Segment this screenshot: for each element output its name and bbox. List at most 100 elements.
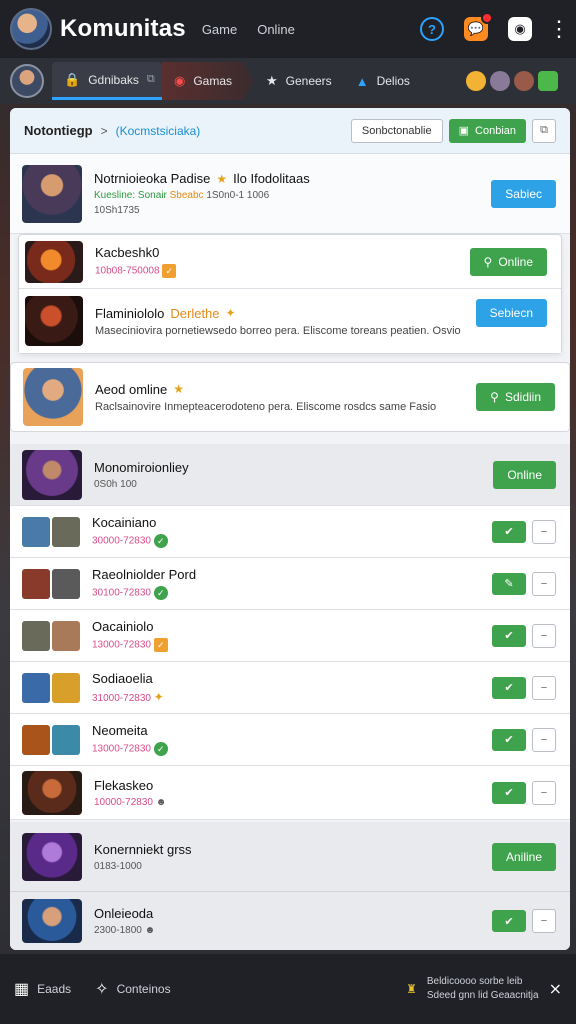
- join-button[interactable]: ⚲ Sdidiin: [476, 383, 555, 411]
- edit-button[interactable]: ✎: [492, 572, 526, 595]
- check-icon: ✓: [153, 586, 168, 600]
- list-item[interactable]: Raeolniolder Pord 30100-72830 ✓ ✎ −: [10, 558, 570, 610]
- crossed-icon[interactable]: ⨯: [549, 979, 562, 999]
- online-status-button[interactable]: Aniline: [491, 842, 556, 871]
- list-item[interactable]: Flekaskeo 10000-72830 ☻ ✔ −: [10, 766, 570, 820]
- avatar-pair: [22, 568, 80, 599]
- tab-delios[interactable]: ▲ Delios: [344, 62, 422, 100]
- list-item-meta: 2300-1800 ☻: [94, 925, 155, 936]
- menu-button[interactable]: −: [532, 675, 556, 700]
- bottom-item-eaads[interactable]: ▦ Eaads: [14, 979, 71, 999]
- status-row-actions: Online: [493, 460, 556, 489]
- status-row-info: Monomiroionliey 0S0h 100: [94, 460, 189, 490]
- list-item-name-highlight: Derlethe: [170, 305, 220, 321]
- star-icon: ★: [266, 73, 278, 88]
- user-icon: ⚲: [483, 254, 493, 269]
- notification-icon[interactable]: 💬: [464, 12, 493, 41]
- list-item[interactable]: Oacainiolo 13000-72830 ✓ ✔ −: [10, 610, 570, 662]
- tab-close-icon[interactable]: ⧉: [147, 73, 155, 86]
- list-item-actions: ✔ −: [492, 780, 556, 805]
- online-row-info: Aeod omline ★ Raclsainovire Inmepteacerod…: [95, 382, 436, 413]
- select-button[interactable]: Sebiecn: [475, 299, 547, 327]
- avatar-pair: [22, 672, 80, 703]
- nav-link-online[interactable]: Online: [257, 22, 295, 37]
- tab-gamas[interactable]: ◉ Gamas: [162, 62, 254, 100]
- list-item[interactable]: Kacbeshk0 10b08-750008 ✓ ⚲ Online: [19, 235, 561, 289]
- accept-button[interactable]: ✔: [492, 676, 526, 699]
- notification-badge: [481, 12, 493, 24]
- list-item[interactable]: Neomeita 13000-72830 ✓ ✔ −: [10, 714, 570, 766]
- online-status-button[interactable]: Online: [493, 460, 556, 489]
- breadcrumb[interactable]: Notontiegp: [24, 123, 93, 138]
- list-item-info: Oacainiolo 13000-72830 ✓: [92, 619, 168, 652]
- avatar: [22, 899, 82, 943]
- list-item[interactable]: Onleieoda 2300-1800 ☻ ✔ −: [10, 892, 570, 950]
- user-avatar[interactable]: [10, 64, 44, 98]
- menu-button[interactable]: −: [532, 519, 556, 544]
- check-icon: ✓: [153, 534, 168, 548]
- bottom-item-conteinos[interactable]: ✧ Conteinos: [95, 979, 170, 999]
- accept-button[interactable]: ✔: [492, 910, 526, 932]
- accept-button[interactable]: ✔: [492, 728, 526, 751]
- tab-gdnibaks[interactable]: 🔒 Gdnibaks ⧉: [52, 62, 162, 100]
- nav-link-game[interactable]: Game: [202, 22, 237, 37]
- connect-button[interactable]: ▣ Conbian: [448, 118, 526, 143]
- tab-geneers[interactable]: ★ Geneers: [254, 62, 344, 100]
- status-row-meta: 0S0h 100: [94, 478, 137, 490]
- menu-button[interactable]: −: [532, 780, 556, 805]
- list-item-name: Kacbeshk0: [95, 245, 160, 260]
- list-item-info: Onleieoda 2300-1800 ☻: [94, 906, 155, 936]
- tab-label: Gamas: [193, 74, 233, 88]
- list-item-meta-text: 30100-72830: [92, 587, 151, 599]
- filter-button[interactable]: Sonbctonablie: [350, 118, 443, 143]
- menu-button[interactable]: −: [532, 571, 556, 596]
- status-row-name: Monomiroionliey: [94, 459, 189, 475]
- more-menu-icon[interactable]: ⋮: [548, 16, 570, 41]
- select-button[interactable]: Sabiec: [491, 179, 556, 208]
- emoji-icon: ☻: [155, 796, 167, 808]
- help-icon[interactable]: ?: [420, 17, 444, 41]
- header-buttons: Sonbctonablie ▣ Conbian ⧉: [350, 118, 556, 143]
- list-item-meta: 10b08-750008 ✓: [95, 264, 177, 278]
- menu-button[interactable]: −: [532, 909, 556, 933]
- star-icon: ★: [173, 382, 185, 396]
- accept-button[interactable]: ✔: [492, 781, 526, 804]
- list-item-info: Kacbeshk0 10b08-750008 ✓: [95, 245, 177, 278]
- emoji-face-icon[interactable]: [514, 71, 534, 91]
- list-item-meta: 13000-72830 ✓: [92, 638, 168, 652]
- accept-button[interactable]: ✔: [492, 624, 526, 647]
- top-icons: ? 💬 ◉ ⋮: [420, 12, 570, 41]
- list-item-meta: 13000-72830 ✓: [92, 742, 168, 756]
- online-row[interactable]: Aeod omline ★ Raclsainovire Inmepteacerod…: [10, 362, 570, 432]
- featured-name-text: Notrnioieoka Padise: [94, 171, 211, 186]
- featured-row[interactable]: Notrnioieoka Padise ★ Ilo Ifodolitaas Ku…: [10, 154, 570, 234]
- list-item-info: Neomeita 13000-72830 ✓: [92, 723, 168, 756]
- list-item-actions: Sebiecn: [475, 299, 547, 327]
- avatar: [22, 516, 50, 547]
- list-item[interactable]: Konernniekt grss 0183-1000 Aniline: [10, 822, 570, 892]
- accept-button[interactable]: ✔: [492, 520, 526, 543]
- list-item[interactable]: Kocainiano 30000-72830 ✓ ✔ −: [10, 506, 570, 558]
- online-button[interactable]: ⚲ Online: [469, 247, 547, 276]
- list-item-meta: 30100-72830 ✓: [92, 586, 196, 600]
- list-item-actions: ✔ −: [492, 727, 556, 752]
- avatar: [22, 164, 82, 223]
- options-button[interactable]: ⧉: [532, 118, 556, 143]
- emoji-face-icon[interactable]: [490, 71, 510, 91]
- status-row[interactable]: Monomiroionliey 0S0h 100 Online: [10, 444, 570, 506]
- featured-meta-rest: 1S0n0-1 1006: [206, 190, 270, 201]
- emoji-smile-icon[interactable]: [466, 71, 486, 91]
- list-item[interactable]: Flaminiololo Derlethe ✦ Maseciniovira po…: [19, 289, 561, 353]
- list-item-actions: ⚲ Online: [469, 247, 547, 276]
- list-item-actions: ✎ −: [492, 571, 556, 596]
- breadcrumb-sub[interactable]: (Kocmstsiciaka): [116, 124, 201, 138]
- menu-button[interactable]: −: [532, 623, 556, 648]
- top-bar: Komunitas Game Online ? 💬 ◉ ⋮: [0, 0, 576, 58]
- chat-icon[interactable]: ◉: [508, 17, 532, 41]
- puzzle-icon[interactable]: [538, 71, 558, 91]
- trophy-icon[interactable]: ♜: [406, 982, 417, 996]
- avatar-pair: [22, 724, 80, 755]
- list-item[interactable]: Sodiaoelia 31000-72830 ✦ ✔ −: [10, 662, 570, 714]
- app-logo-avatar[interactable]: [10, 8, 52, 50]
- menu-button[interactable]: −: [532, 727, 556, 752]
